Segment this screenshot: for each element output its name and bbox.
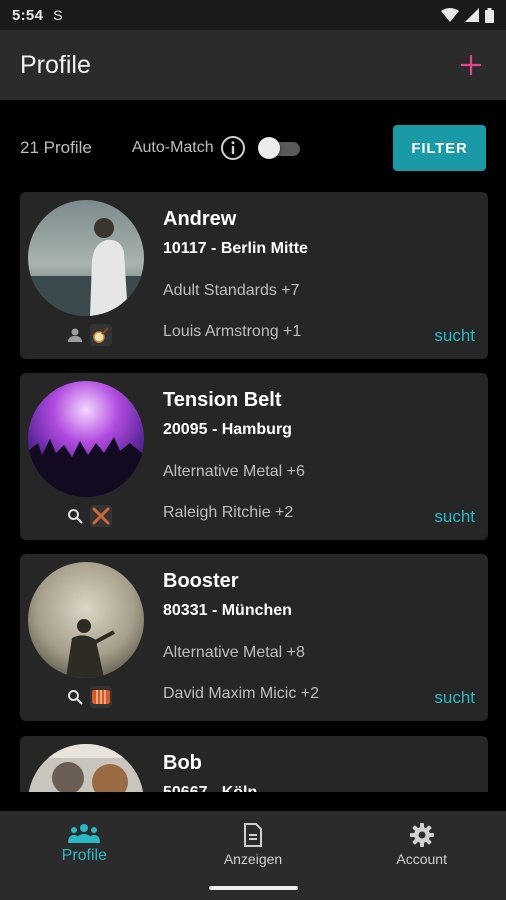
app-bar: Profile [0, 30, 506, 100]
battery-icon [485, 7, 494, 23]
search-icon [64, 505, 86, 527]
profile-location: 20095 - Hamburg [163, 421, 292, 438]
filter-button[interactable]: FILTER [393, 125, 486, 171]
toggle-thumb [257, 137, 280, 159]
profile-artists: Louis Armstrong +1 [163, 323, 302, 340]
profile-card[interactable]: Andrew 10117 - Berlin Mitte Adult Standa… [20, 192, 488, 359]
accordion-icon [90, 686, 112, 708]
avatar [28, 744, 144, 792]
gesture-area [0, 880, 506, 900]
add-profile-button[interactable] [456, 50, 486, 80]
profile-name: Andrew [163, 208, 237, 230]
profile-artists: David Maxim Micic +2 [163, 685, 320, 702]
wifi-icon [441, 8, 459, 22]
nav-anzeigen[interactable]: Anzeigen [169, 811, 338, 880]
info-icon[interactable] [220, 135, 246, 161]
profile-name: Tension Belt [163, 389, 282, 411]
automatch-label: Auto-Match [131, 139, 214, 156]
nav-label: Account [396, 851, 447, 867]
nav-account[interactable]: Account [337, 811, 506, 880]
signal-icon [465, 8, 479, 22]
profile-genres: Alternative Metal +8 [163, 644, 305, 661]
banjo-icon [90, 324, 112, 346]
profile-name: Bob [163, 752, 202, 774]
avatar [28, 200, 144, 316]
status-time: 5:54 [12, 6, 44, 24]
profile-location: 10117 - Berlin Mitte [163, 240, 308, 257]
profile-name: Booster [163, 570, 239, 592]
gear-icon [409, 823, 434, 847]
profile-genres: Alternative Metal +6 [163, 463, 305, 480]
violin-icon [90, 505, 112, 527]
search-icon [64, 686, 86, 708]
profile-status: sucht [434, 507, 475, 526]
nav-profile[interactable]: Profile [0, 811, 169, 880]
status-bar: 5:54 S [0, 0, 506, 30]
profile-card[interactable]: Bob 50667 - Köln [20, 736, 488, 792]
plus-icon [461, 55, 481, 75]
badges [64, 686, 112, 708]
people-icon [68, 824, 101, 843]
person-icon [64, 324, 86, 346]
page-title: Profile [20, 50, 91, 79]
filter-toolbar: 21 Profile Auto-Match FILTER [20, 120, 486, 176]
profile-count: 21 Profile [20, 138, 92, 157]
bottom-navigation: Profile Anzeigen Account [0, 811, 506, 880]
nav-label: Anzeigen [223, 851, 283, 867]
document-icon [244, 823, 262, 847]
profile-list[interactable]: Andrew 10117 - Berlin Mitte Adult Standa… [20, 192, 488, 792]
home-gesture-bar[interactable] [209, 886, 298, 890]
badges [64, 324, 112, 346]
profile-location: 50667 - Köln [163, 784, 257, 792]
profile-location: 80331 - München [163, 602, 292, 619]
avatar [28, 562, 144, 678]
status-icons [441, 7, 494, 23]
profile-card[interactable]: Booster 80331 - München Alternative Meta… [20, 554, 488, 721]
profile-card[interactable]: Tension Belt 20095 - Hamburg Alternative… [20, 373, 488, 540]
profile-genres: Adult Standards +7 [163, 282, 300, 299]
nav-label: Profile [61, 847, 108, 864]
notification-icon: S [53, 7, 63, 23]
profile-status: sucht [434, 688, 475, 707]
profile-status: sucht [434, 326, 475, 345]
automatch-toggle[interactable] [257, 137, 302, 159]
avatar [28, 381, 144, 497]
profile-artists: Raleigh Ritchie +2 [163, 504, 294, 521]
badges [64, 505, 112, 527]
